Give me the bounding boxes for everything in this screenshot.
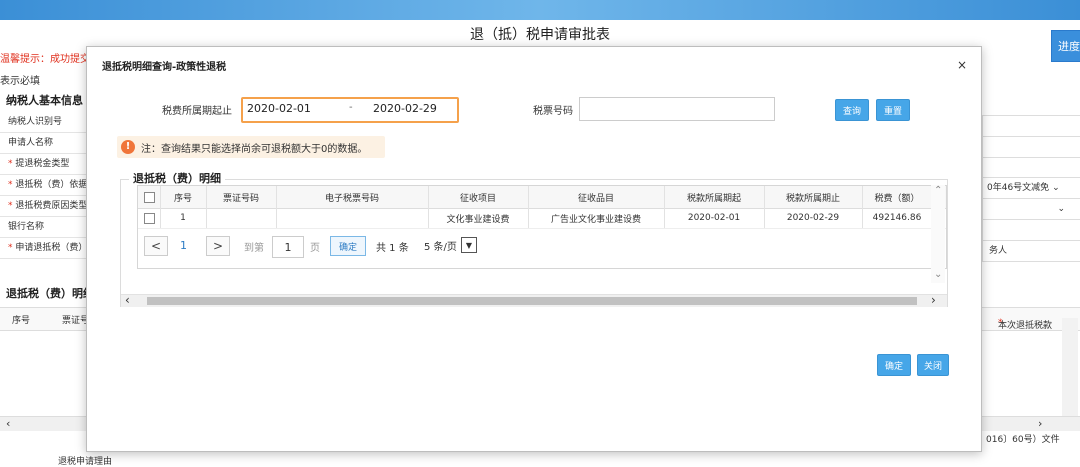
scroll-right-icon[interactable]: › xyxy=(1038,417,1042,430)
form-label: 申请人名称 xyxy=(0,133,90,154)
page-title: 退（抵）税申请审批表 xyxy=(470,27,610,43)
cell-item: 文化事业建设费 xyxy=(428,208,529,228)
date-end-input[interactable]: 2020-02-29 xyxy=(373,102,437,115)
bg-field[interactable] xyxy=(982,136,1080,158)
bg-field-value: 务人 xyxy=(989,246,1008,256)
detail-table: 序号 票证号码 电子税票号码 征收项目 征收品目 税款所属期起 税款所属期止 税… xyxy=(137,185,947,269)
scroll-thumb[interactable] xyxy=(147,297,917,305)
form-label: 申请退抵税（费） xyxy=(0,238,90,259)
scroll-left-icon[interactable]: ‹ xyxy=(6,417,10,430)
cell-sub-item: 广告业文化事业建设费 xyxy=(528,208,665,228)
chevron-down-icon: ⌄ xyxy=(1057,204,1065,214)
page-size-value: 5 条/页 xyxy=(424,241,457,253)
scroll-down-icon[interactable]: ⌄ xyxy=(934,269,942,280)
pagination: < 1 > 到第 1 页 确定 共 1 条 5 条/页 ▼ xyxy=(138,232,946,262)
modal-title: 退抵税明细查询-政策性退税 xyxy=(102,62,227,73)
prev-page-button[interactable]: < xyxy=(144,236,168,256)
page-size-select[interactable]: 5 条/页 ▼ xyxy=(424,236,477,254)
bg-field[interactable] xyxy=(982,115,1080,137)
scroll-up-icon[interactable]: ⌃ xyxy=(934,185,942,196)
cell-period-start: 2020-02-01 xyxy=(664,208,765,228)
table-vertical-scrollbar[interactable]: ⌃ ⌄ xyxy=(931,185,945,283)
notice-banner: ! 注：查询结果只能选择尚余可退税额大于0的数据。 xyxy=(117,136,385,158)
reset-button[interactable]: 重置 xyxy=(876,99,910,121)
col-header: 序号 xyxy=(160,186,207,208)
bg-reason-label: 退税申请理由 xyxy=(58,457,113,467)
close-icon[interactable]: × xyxy=(957,58,967,72)
next-page-button[interactable]: > xyxy=(206,236,230,256)
bg-col-seq: 序号 xyxy=(12,316,31,326)
table-horizontal-scrollbar[interactable]: ‹ › xyxy=(121,293,947,307)
ticket-number-input[interactable] xyxy=(579,97,775,121)
detail-query-modal: 退抵税明细查询-政策性退税 × 税费所属期起止 2020-02-01 - 202… xyxy=(86,46,982,452)
cell-ticket-no xyxy=(206,208,277,228)
cell-seq: 1 xyxy=(160,208,207,228)
section-detail-title: 退抵税（费）明细 xyxy=(6,287,94,300)
warning-icon: ! xyxy=(121,140,135,154)
ticket-label: 税票号码 xyxy=(533,106,573,117)
period-date-range[interactable]: 2020-02-01 - 2020-02-29 xyxy=(241,97,459,123)
bg-vertical-scrollbar[interactable] xyxy=(1062,318,1078,418)
chevron-down-icon: ⌄ xyxy=(1052,183,1060,193)
col-header: 税费（额） xyxy=(874,193,920,204)
bg-col-ticket: 票证号 xyxy=(62,316,90,326)
query-button[interactable]: 查询 xyxy=(835,99,869,121)
scroll-left-icon[interactable]: ‹ xyxy=(125,293,130,307)
table-header: 序号 票证号码 电子税票号码 征收项目 征收品目 税款所属期起 税款所属期止 税… xyxy=(138,186,946,209)
bg-field: 务人 xyxy=(982,240,1080,262)
basic-info-form: 纳税人识别号 申请人名称 提退税金类型 退抵税（费）依据 退抵税费原因类型 银行… xyxy=(0,112,90,259)
table-row[interactable]: 1 文化事业建设费 广告业文化事业建设费 2020-02-01 2020-02-… xyxy=(138,208,946,229)
col-header: 电子税票号码 xyxy=(276,186,429,208)
form-label: 退抵税（费）依据 xyxy=(0,175,90,196)
close-button[interactable]: 关闭 xyxy=(917,354,949,376)
checkbox[interactable] xyxy=(143,212,155,224)
bg-note: 016〕60号）文件 xyxy=(986,435,1060,445)
col-header: 征收品目 xyxy=(528,186,665,208)
section-basic-title: 纳税人基本信息 xyxy=(6,94,83,107)
required-hint: 表示必填 xyxy=(0,76,40,87)
row-checkbox-cell[interactable] xyxy=(138,208,161,228)
bg-select[interactable]: ⌄ xyxy=(982,198,1080,220)
period-label: 税费所属期起止 xyxy=(162,106,232,117)
warning-hint: 温馨提示：成功提交 xyxy=(0,54,90,65)
chevron-down-icon[interactable]: ▼ xyxy=(460,237,477,253)
page-unit-label: 页 xyxy=(310,243,320,254)
bg-select[interactable]: 0年46号文减免 ⌄ xyxy=(982,177,1080,199)
bg-field[interactable] xyxy=(982,157,1080,179)
total-count: 共 1 条 xyxy=(376,243,409,254)
bg-select-value: 0年46号文减免 xyxy=(987,183,1050,193)
current-page[interactable]: 1 xyxy=(180,239,187,252)
date-separator: - xyxy=(349,102,353,113)
detail-legend: 退抵税（费）明细 xyxy=(129,170,225,186)
scroll-right-icon[interactable]: › xyxy=(931,293,936,307)
cell-amount: 492146.86 xyxy=(872,213,922,223)
form-label: 纳税人识别号 xyxy=(0,112,90,133)
goto-page-input[interactable]: 1 xyxy=(272,236,304,258)
progress-button[interactable]: 进度 xyxy=(1051,30,1080,62)
select-all-checkbox-cell[interactable] xyxy=(138,186,161,208)
goto-confirm-button[interactable]: 确定 xyxy=(330,236,366,256)
top-banner xyxy=(0,0,1080,20)
form-label: 银行名称 xyxy=(0,217,90,238)
col-header: 税款所属期止 xyxy=(764,186,863,208)
col-header: 票证号码 xyxy=(206,186,277,208)
cell-period-end: 2020-02-29 xyxy=(764,208,863,228)
form-label: 提退税金类型 xyxy=(0,154,90,175)
goto-label: 到第 xyxy=(244,243,264,254)
confirm-button[interactable]: 确定 xyxy=(877,354,911,376)
form-label: 退抵税费原因类型 xyxy=(0,196,90,217)
bg-field[interactable] xyxy=(982,219,1080,241)
date-start-input[interactable]: 2020-02-01 xyxy=(247,102,311,115)
col-header: 税款所属期起 xyxy=(664,186,765,208)
checkbox[interactable] xyxy=(143,191,155,203)
col-header: 征收项目 xyxy=(428,186,529,208)
notice-text: 注：查询结果只能选择尚余可退税额大于0的数据。 xyxy=(141,144,368,155)
cell-e-ticket-no xyxy=(276,208,429,228)
